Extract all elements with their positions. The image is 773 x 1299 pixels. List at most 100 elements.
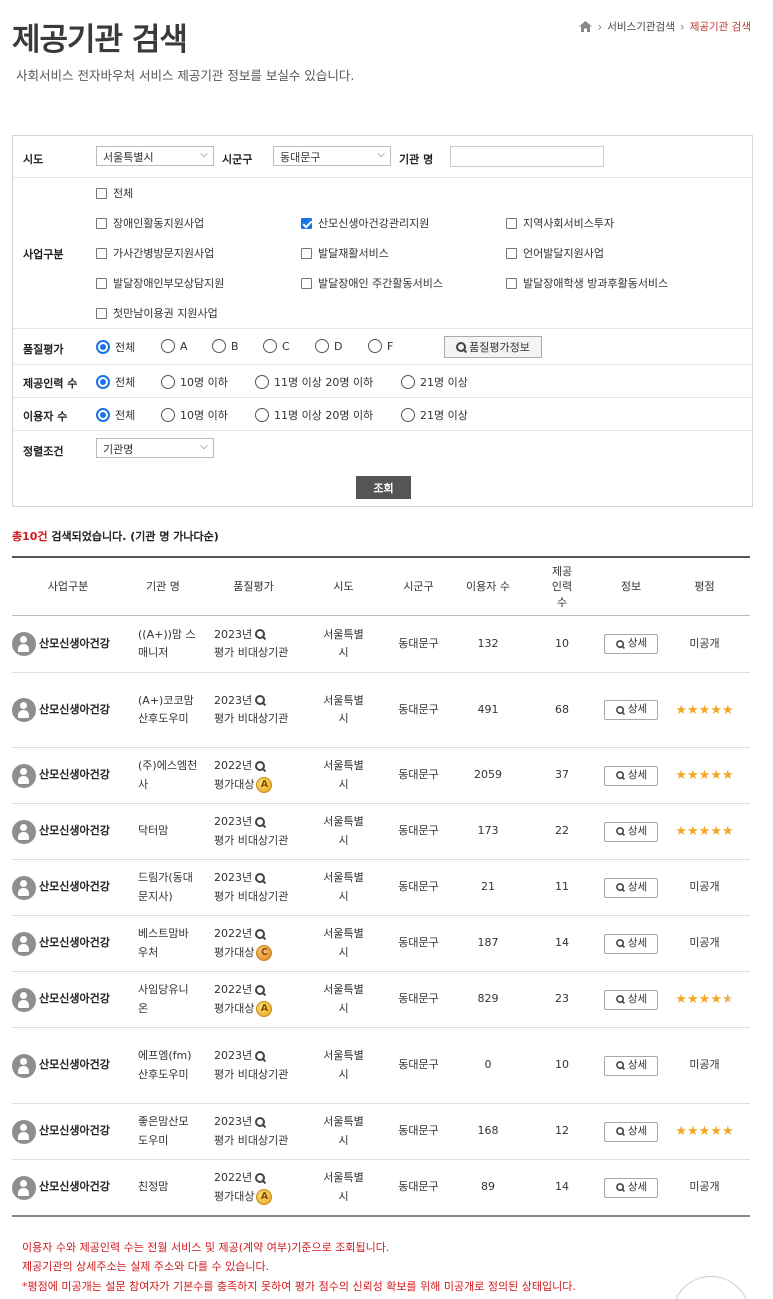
radio-button[interactable]: [96, 375, 110, 389]
business-checkbox[interactable]: 가사간병방문지원사업: [96, 245, 214, 261]
checkbox-box[interactable]: [301, 247, 312, 259]
radio-option[interactable]: 10명 이하: [161, 407, 228, 423]
radio-button[interactable]: [96, 340, 110, 354]
org-name-link[interactable]: 베스트맘바우처: [138, 925, 198, 961]
radio-button[interactable]: [255, 408, 269, 422]
table-row[interactable]: 산모신생아건강 에프엠(fm)산후도우미 2023년 평가 비대상기관 서울특별시 동대문…: [12, 1028, 750, 1104]
search-icon[interactable]: [255, 928, 266, 940]
detail-button[interactable]: 상세: [604, 1055, 658, 1076]
table-row[interactable]: 산모신생아건강 (주)에스엠천사 2022년 평가대상 A 서울특별시 동대문구 2059 37…: [12, 748, 750, 804]
radio-option[interactable]: D: [315, 339, 342, 353]
org-name-link[interactable]: (A+)코코맘산후도우미: [138, 692, 198, 728]
search-submit-button[interactable]: 조회: [356, 476, 411, 499]
search-icon[interactable]: [255, 816, 266, 828]
table-row[interactable]: 산모신생아건강 ((A+))맘 스매니저 2023년 평가 비대상기관 서울특별시 동대문…: [12, 616, 750, 673]
sido-select[interactable]: 서울특별시 ⌵: [96, 146, 214, 166]
business-checkbox[interactable]: 발달장애인부모상담지원: [96, 275, 224, 291]
business-checkbox[interactable]: 장애인활동지원사업: [96, 215, 204, 231]
business-checkbox[interactable]: 발달재활서비스: [301, 245, 389, 261]
radio-button[interactable]: [315, 339, 329, 353]
business-checkbox[interactable]: 발달장애학생 방과후활동서비스: [506, 275, 668, 291]
radio-option[interactable]: 21명 이상: [401, 374, 468, 390]
radio-button[interactable]: [263, 339, 277, 353]
sort-select[interactable]: 기관명 ⌵: [96, 438, 214, 458]
org-name-link[interactable]: 사임당유니온: [138, 981, 198, 1017]
radio-option[interactable]: C: [263, 339, 290, 353]
detail-button[interactable]: 상세: [604, 933, 658, 954]
home-icon[interactable]: [579, 21, 593, 32]
detail-button[interactable]: 상세: [604, 634, 658, 654]
search-icon[interactable]: [255, 984, 266, 996]
checkbox-box[interactable]: [96, 247, 107, 259]
org-name-link[interactable]: 에프엠(fm)산후도우미: [138, 1047, 198, 1083]
table-row[interactable]: 산모신생아건강 사임당유니온 2022년 평가대상 A 서울특별시 동대문구 829 23 상세 ★…: [12, 972, 750, 1028]
sigungu-select[interactable]: 동대문구 ⌵: [273, 146, 391, 166]
radio-button[interactable]: [161, 375, 175, 389]
radio-option[interactable]: 전체: [96, 339, 135, 355]
checkbox-box[interactable]: [96, 277, 107, 289]
checkbox-box[interactable]: [506, 277, 517, 289]
staff-value: 14: [555, 936, 569, 950]
search-icon[interactable]: [255, 1050, 266, 1062]
org-name-link[interactable]: 닥터맘: [138, 822, 168, 840]
org-name-link[interactable]: ((A+))맘 스매니저: [138, 626, 198, 662]
search-icon[interactable]: [255, 1116, 266, 1128]
radio-button[interactable]: [212, 339, 226, 353]
checkbox-box[interactable]: [96, 187, 107, 199]
detail-button[interactable]: 상세: [604, 821, 658, 842]
search-icon[interactable]: [255, 760, 266, 772]
detail-button[interactable]: 상세: [604, 1177, 658, 1198]
radio-option[interactable]: 10명 이하: [161, 374, 228, 390]
quality-info-button[interactable]: 품질평가정보: [444, 336, 542, 358]
radio-option[interactable]: 11명 이상 20명 이하: [255, 407, 373, 423]
radio-option[interactable]: 전체: [96, 374, 135, 390]
org-name-link[interactable]: 친정맘: [138, 1178, 168, 1196]
radio-button[interactable]: [161, 408, 175, 422]
table-row[interactable]: 산모신생아건강 (A+)코코맘산후도우미 2023년 평가 비대상기관 서울특별시 동대문…: [12, 673, 750, 748]
business-checkbox[interactable]: 전체: [96, 185, 133, 201]
search-icon[interactable]: [255, 872, 266, 884]
radio-button[interactable]: [401, 408, 415, 422]
table-row[interactable]: 산모신생아건강 베스트맘바우처 2022년 평가대상 C 서울특별시 동대문구 187 14 상세…: [12, 916, 750, 972]
detail-button[interactable]: 상세: [604, 989, 658, 1010]
org-name-link[interactable]: (주)에스엠천사: [138, 757, 198, 793]
business-checkbox[interactable]: 언어발달지원사업: [506, 245, 604, 261]
scroll-top-button[interactable]: [672, 1276, 750, 1299]
checkbox-box[interactable]: [301, 217, 312, 229]
table-row[interactable]: 산모신생아건강 드림가(동대문지사) 2023년 평가 비대상기관 서울특별시 동대문구 2…: [12, 860, 750, 916]
breadcrumb-item[interactable]: 서비스기관검색: [607, 19, 675, 34]
radio-button[interactable]: [255, 375, 269, 389]
radio-option[interactable]: 11명 이상 20명 이하: [255, 374, 373, 390]
table-row[interactable]: 산모신생아건강 좋은맘산모도우미 2023년 평가 비대상기관 서울특별시 동대문구 168…: [12, 1104, 750, 1160]
radio-button[interactable]: [96, 408, 110, 422]
table-row[interactable]: 산모신생아건강 친정맘 2022년 평가대상 A 서울특별시 동대문구 89 14 상세 미공개: [12, 1160, 750, 1215]
org-name-link[interactable]: 좋은맘산모도우미: [138, 1113, 198, 1149]
table-row[interactable]: 산모신생아건강 닥터맘 2023년 평가 비대상기관 서울특별시 동대문구 173 22 상세 ★…: [12, 804, 750, 860]
radio-option[interactable]: F: [368, 339, 393, 353]
radio-option[interactable]: A: [161, 339, 188, 353]
radio-button[interactable]: [161, 339, 175, 353]
radio-button[interactable]: [401, 375, 415, 389]
search-icon[interactable]: [255, 1172, 266, 1184]
detail-button[interactable]: 상세: [604, 877, 658, 898]
org-name-input[interactable]: [450, 146, 604, 167]
radio-option[interactable]: 전체: [96, 407, 135, 423]
business-checkbox[interactable]: 발달장애인 주간활동서비스: [301, 275, 443, 291]
radio-button[interactable]: [368, 339, 382, 353]
checkbox-box[interactable]: [506, 247, 517, 259]
business-checkbox[interactable]: 지역사회서비스투자: [506, 215, 614, 231]
search-icon[interactable]: [255, 695, 266, 706]
radio-option[interactable]: B: [212, 339, 239, 353]
radio-option[interactable]: 21명 이상: [401, 407, 468, 423]
org-name-link[interactable]: 드림가(동대문지사): [138, 869, 198, 905]
checkbox-box[interactable]: [301, 277, 312, 289]
checkbox-box[interactable]: [96, 217, 107, 229]
detail-button[interactable]: 상세: [604, 700, 658, 720]
business-checkbox[interactable]: 첫만남이용권 지원사업: [96, 305, 218, 321]
checkbox-box[interactable]: [506, 217, 517, 229]
detail-button[interactable]: 상세: [604, 765, 658, 786]
business-checkbox[interactable]: 산모신생아건강관리지원: [301, 215, 429, 231]
search-icon[interactable]: [255, 629, 266, 640]
detail-button[interactable]: 상세: [604, 1121, 658, 1142]
checkbox-box[interactable]: [96, 307, 107, 319]
